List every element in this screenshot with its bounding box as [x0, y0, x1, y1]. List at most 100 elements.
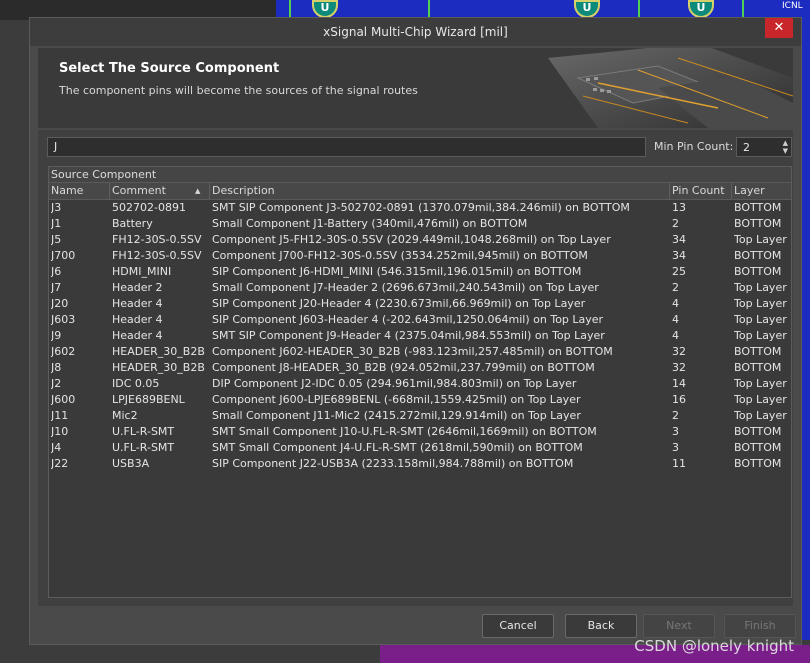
table-row[interactable]: J11 Mic2 Small Component J11-Mic2 (2415.27…	[49, 408, 791, 424]
cell-pin-count: 32	[672, 361, 686, 374]
cell-pin-count: 34	[672, 233, 686, 246]
search-input-value: J	[54, 140, 58, 153]
cell-pin-count: 14	[672, 377, 686, 390]
column-divider[interactable]	[669, 183, 670, 199]
cell-name: J1	[51, 217, 62, 230]
cell-comment: Battery	[112, 217, 153, 230]
cell-name: J20	[51, 297, 69, 310]
cell-description: Component J5-FH12-30S-0.5SV (2029.449mil…	[212, 233, 611, 246]
close-icon: ✕	[773, 20, 785, 35]
cell-pin-count: 16	[672, 393, 686, 406]
cell-description: SMT Small Component J4-U.FL-R-SMT (2618m…	[212, 441, 583, 454]
cell-comment: Header 4	[112, 297, 163, 310]
cell-pin-count: 34	[672, 249, 686, 262]
table-row[interactable]: J7 Header 2 Small Component J7-Header 2 (2…	[49, 280, 791, 296]
cell-layer: BOTTOM	[734, 425, 782, 438]
cell-pin-count: 11	[672, 457, 686, 470]
cell-pin-count: 25	[672, 265, 686, 278]
cell-comment: HEADER_30_B2B	[112, 345, 205, 358]
cell-description: SIP Component J6-HDMI_MINI (546.315mil,1…	[212, 265, 582, 278]
table-row[interactable]: J10 U.FL-R-SMT SMT Small Component J10-U.F…	[49, 424, 791, 440]
cell-pin-count: 4	[672, 297, 679, 310]
window-title: xSignal Multi-Chip Wizard [mil]	[323, 25, 508, 39]
cell-pin-count: 2	[672, 409, 679, 422]
table-row[interactable]: J8 HEADER_30_B2B Component J8-HEADER_30_B2…	[49, 360, 791, 376]
table-row[interactable]: J603 Header 4 SIP Component J603-Header 4 …	[49, 312, 791, 328]
cell-description: Small Component J11-Mic2 (2415.272mil,12…	[212, 409, 581, 422]
grid-rows: J3 502702-0891 SMT SIP Component J3-502702…	[49, 200, 791, 472]
back-button[interactable]: Back	[565, 614, 637, 638]
cell-comment: USB3A	[112, 457, 150, 470]
column-divider[interactable]	[731, 183, 732, 199]
wizard-content: J Min Pin Count: 2 ▲ ▼ Source Component N…	[38, 130, 793, 606]
cell-layer: BOTTOM	[734, 201, 782, 214]
table-row[interactable]: J5 FH12-30S-0.5SV Component J5-FH12-30S-0.…	[49, 232, 791, 248]
cell-comment: Mic2	[112, 409, 138, 422]
cell-comment: U.FL-R-SMT	[112, 425, 175, 438]
table-row[interactable]: J6 HDMI_MINI SIP Component J6-HDMI_MINI (5…	[49, 264, 791, 280]
cell-pin-count: 32	[672, 345, 686, 358]
column-header-row: Name Comment ▲ Description Pin Count Lay…	[49, 183, 791, 200]
search-input[interactable]: J	[47, 137, 646, 157]
cell-pin-count: 3	[672, 425, 679, 438]
min-pin-count-value: 2	[743, 141, 750, 154]
cell-layer: Top Layer	[734, 409, 787, 422]
table-row[interactable]: J2 IDC 0.05 DIP Component J2-IDC 0.05 (294…	[49, 376, 791, 392]
cell-comment: Header 2	[112, 281, 163, 294]
column-header-pin-count[interactable]: Pin Count	[672, 184, 725, 198]
watermark: CSDN @lonely knight	[634, 637, 794, 655]
cell-description: Small Component J7-Header 2 (2696.673mil…	[212, 281, 599, 294]
stepper-arrows-icon[interactable]: ▲ ▼	[783, 139, 788, 155]
table-row[interactable]: J20 Header 4 SIP Component J20-Header 4 (2…	[49, 296, 791, 312]
cell-description: Component J602-HEADER_30_B2B (-983.123mi…	[212, 345, 613, 358]
table-row[interactable]: J1 Battery Small Component J1-Battery (340…	[49, 216, 791, 232]
table-row[interactable]: J4 U.FL-R-SMT SMT Small Component J4-U.FL-…	[49, 440, 791, 456]
cell-name: J2	[51, 377, 62, 390]
cell-name: J22	[51, 457, 69, 470]
min-pin-count-label: Min Pin Count:	[654, 140, 734, 153]
cell-layer: Top Layer	[734, 313, 787, 326]
column-header-comment[interactable]: Comment	[112, 184, 166, 198]
cell-comment: 502702-0891	[112, 201, 186, 214]
wizard-header: Select The Source Component The componen…	[38, 48, 793, 128]
min-pin-count-stepper[interactable]: 2 ▲ ▼	[736, 137, 792, 157]
column-header-description[interactable]: Description	[212, 184, 275, 198]
cell-pin-count: 4	[672, 329, 679, 342]
cell-pin-count: 2	[672, 217, 679, 230]
cell-pin-count: 2	[672, 281, 679, 294]
cell-comment: FH12-30S-0.5SV	[112, 233, 202, 246]
finish-button[interactable]: Finish	[724, 614, 796, 638]
grid-group-title: Source Component	[49, 167, 791, 183]
table-row[interactable]: J700 FH12-30S-0.5SV Component J700-FH12-30…	[49, 248, 791, 264]
title-bar[interactable]: xSignal Multi-Chip Wizard [mil] ✕	[30, 18, 801, 46]
cell-description: Component J700-FH12-30S-0.5SV (3534.252m…	[212, 249, 588, 262]
column-header-layer[interactable]: Layer	[734, 184, 765, 198]
next-button[interactable]: Next	[643, 614, 715, 638]
cancel-button[interactable]: Cancel	[482, 614, 554, 638]
cell-name: J3	[51, 201, 62, 214]
cell-name: J602	[51, 345, 76, 358]
cell-pin-count: 4	[672, 313, 679, 326]
close-button[interactable]: ✕	[765, 18, 793, 38]
cell-layer: Top Layer	[734, 233, 787, 246]
table-row[interactable]: J3 502702-0891 SMT SIP Component J3-502702…	[49, 200, 791, 216]
table-row[interactable]: J600 LPJE689BENL Component J600-LPJE689BEN…	[49, 392, 791, 408]
table-row[interactable]: J602 HEADER_30_B2B Component J602-HEADER_3…	[49, 344, 791, 360]
table-row[interactable]: J9 Header 4 SMT SIP Component J9-Header 4 …	[49, 328, 791, 344]
column-divider[interactable]	[109, 183, 110, 199]
cell-layer: BOTTOM	[734, 361, 782, 374]
column-divider[interactable]	[209, 183, 210, 199]
column-header-name[interactable]: Name	[51, 184, 83, 198]
source-component-grid: Source Component Name Comment ▲ Descript…	[48, 166, 792, 598]
cell-description: Small Component J1-Battery (340mil,476mi…	[212, 217, 528, 230]
cell-name: J600	[51, 393, 76, 406]
cell-name: J700	[51, 249, 76, 262]
cell-pin-count: 3	[672, 441, 679, 454]
table-row[interactable]: J22 USB3A SIP Component J22-USB3A (2233.15…	[49, 456, 791, 472]
cell-description: SIP Component J22-USB3A (2233.158mil,984…	[212, 457, 574, 470]
cell-comment: HDMI_MINI	[112, 265, 172, 278]
cell-description: Component J8-HEADER_30_B2B (924.052mil,2…	[212, 361, 595, 374]
cell-layer: Top Layer	[734, 393, 787, 406]
cell-name: J6	[51, 265, 62, 278]
cell-layer: BOTTOM	[734, 265, 782, 278]
